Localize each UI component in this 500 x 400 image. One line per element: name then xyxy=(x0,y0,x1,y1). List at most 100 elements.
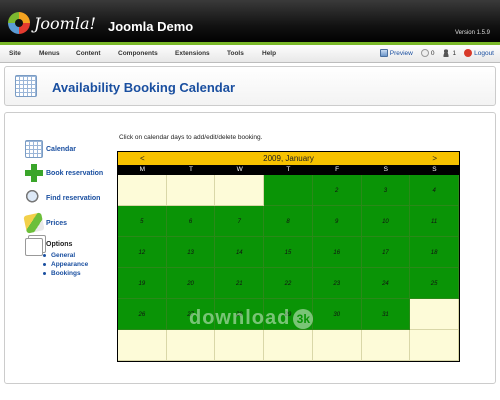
calendar-day-number: 7 xyxy=(237,219,241,226)
calendar-day-grid: 2 3 4 5 6 7 8 9 10 11 12 13 14 15 16 17 18 19 20 21 22 23 24 25… xyxy=(118,175,459,361)
calendar-day-cell[interactable]: 16 xyxy=(312,237,362,268)
sidebar-item-calendar[interactable]: Calendar xyxy=(25,140,76,158)
sidebar-options-icon-wrap xyxy=(25,238,43,256)
calendar-day-cell[interactable] xyxy=(166,175,216,206)
calendar-day-cell[interactable]: 8 xyxy=(264,206,313,237)
calendar-day-cell[interactable] xyxy=(118,330,167,361)
options-heading: Options xyxy=(46,241,73,248)
app-header: Joomla! Joomla Demo Version 1.5.9 xyxy=(0,0,500,44)
calendar-day-cell[interactable]: 17 xyxy=(361,237,411,268)
sidebar-item-prices[interactable]: Prices xyxy=(23,212,68,234)
logout-link[interactable]: Logout xyxy=(464,49,494,57)
calendar-day-number: 11 xyxy=(431,219,438,226)
calendar-day-cell[interactable]: 12 xyxy=(118,237,167,268)
calendar-day-cell[interactable]: 23 xyxy=(312,268,362,299)
brand-name: Joomla! xyxy=(34,13,96,33)
calendar-day-number: 23 xyxy=(333,281,341,288)
site-title: Joomla Demo xyxy=(108,19,194,34)
joomla-logo-icon xyxy=(8,12,30,34)
calendar-day-cell[interactable]: 4 xyxy=(410,175,459,206)
calendar-day-number: 8 xyxy=(286,219,290,226)
users-icon xyxy=(442,49,451,57)
sidebar-item-label: Book reservation xyxy=(46,169,104,177)
calendar-icon xyxy=(25,140,43,158)
calendar-day-cell[interactable]: 30 xyxy=(312,299,362,330)
options-item-general[interactable]: General xyxy=(43,251,88,260)
watermark: download 3k xyxy=(189,307,314,330)
plus-icon xyxy=(25,164,43,182)
calendar-day-cell[interactable] xyxy=(215,175,265,206)
calendar-day-cell[interactable] xyxy=(215,330,265,361)
calendar-day-cell[interactable]: 24 xyxy=(361,268,411,299)
calendar-day-cell[interactable]: 3 xyxy=(361,175,411,206)
menu-content[interactable]: Content xyxy=(76,50,101,57)
menu-menus[interactable]: Menus xyxy=(39,50,60,57)
sidebar-item-label: Find reservation xyxy=(46,194,101,202)
calendar-day-cell[interactable] xyxy=(410,330,459,361)
menu-components[interactable]: Components xyxy=(118,50,158,57)
calendar-day-cell[interactable]: 13 xyxy=(166,237,216,268)
calendar-day-cell[interactable]: 7 xyxy=(215,206,265,237)
calendar-day-cell[interactable]: 14 xyxy=(215,237,265,268)
calendar-day-cell[interactable]: 9 xyxy=(312,206,362,237)
calendar-day-cell[interactable]: 20 xyxy=(166,268,216,299)
sidebar-item-find-reservation[interactable]: Find reservation xyxy=(25,189,100,207)
calendar-day-cell[interactable]: 31 xyxy=(361,299,411,330)
options-item-appearance[interactable]: Appearance xyxy=(43,260,88,269)
messages-indicator[interactable]: 0 xyxy=(420,49,434,57)
calendar-day-cell[interactable] xyxy=(312,330,362,361)
calendar-day-number: 21 xyxy=(235,281,243,288)
weekday-row: M T W T F S S xyxy=(118,165,459,175)
sidebar-item-book-reservation[interactable]: Book reservation xyxy=(25,164,103,182)
calendar-day-cell[interactable]: 15 xyxy=(264,237,313,268)
calendar-day-cell[interactable]: 11 xyxy=(410,206,459,237)
calendar-day-cell[interactable] xyxy=(264,330,313,361)
menu-extensions[interactable]: Extensions xyxy=(175,50,210,57)
calendar-day-cell[interactable]: 22 xyxy=(264,268,313,299)
weekday-label: S xyxy=(383,166,388,173)
calendar-day-number: 22 xyxy=(284,281,292,288)
calendar-day-number: 20 xyxy=(187,281,194,288)
menu-site[interactable]: Site xyxy=(9,50,21,57)
options-item-bookings[interactable]: Bookings xyxy=(43,269,88,278)
version-label: Version 1.5.9 xyxy=(454,30,490,36)
calendar-day-cell[interactable]: 18 xyxy=(410,237,459,268)
weekday-label: T xyxy=(189,166,194,173)
menu-help[interactable]: Help xyxy=(262,50,276,57)
calendar-day-number: 30 xyxy=(333,312,341,319)
calendar-day-cell[interactable]: 25 xyxy=(410,268,459,299)
calendar-day-cell[interactable]: 19 xyxy=(118,268,167,299)
calendar-day-number: 13 xyxy=(187,250,194,257)
calendar-day-cell[interactable]: 5 xyxy=(118,206,167,237)
page-title: Availability Booking Calendar xyxy=(52,80,236,95)
users-indicator[interactable]: 1 xyxy=(442,49,456,57)
status-bar: Preview 0 1 Logout xyxy=(379,49,494,57)
preview-label: Preview xyxy=(389,49,413,57)
calendar-day-cell[interactable] xyxy=(166,330,216,361)
calendar-day-cell[interactable]: 2 xyxy=(312,175,362,206)
calendar-day-cell[interactable] xyxy=(361,330,411,361)
calendar-day-cell[interactable] xyxy=(264,175,313,206)
calendar-day-cell[interactable]: 26 xyxy=(118,299,167,330)
next-month-button[interactable]: > xyxy=(432,154,437,163)
calendar-day-number: 2 xyxy=(335,188,339,195)
calendar-day-cell[interactable]: 21 xyxy=(215,268,265,299)
calendar-day-cell[interactable] xyxy=(118,175,167,206)
calendar-header: < 2009, January > xyxy=(118,152,459,165)
preview-link[interactable]: Preview xyxy=(379,49,413,57)
documents-icon xyxy=(25,238,43,256)
calendar-day-number: 25 xyxy=(430,281,438,288)
calendar-day-cell[interactable]: 10 xyxy=(361,206,411,237)
calendar-day-cell[interactable] xyxy=(410,299,459,330)
calendar-day-number: 10 xyxy=(382,219,389,226)
preview-icon xyxy=(379,49,388,57)
calendar-day-number: 3 xyxy=(383,188,388,195)
options-sublist: General Appearance Bookings xyxy=(43,251,88,278)
calendar-day-number: 31 xyxy=(382,312,389,319)
calendar-day-number: 17 xyxy=(382,250,389,257)
watermark-badge: 3k xyxy=(293,308,314,329)
menu-tools[interactable]: Tools xyxy=(227,50,244,57)
messages-icon xyxy=(420,49,429,57)
calendar-day-cell[interactable]: 6 xyxy=(166,206,216,237)
sidebar-item-label: Prices xyxy=(46,219,68,227)
